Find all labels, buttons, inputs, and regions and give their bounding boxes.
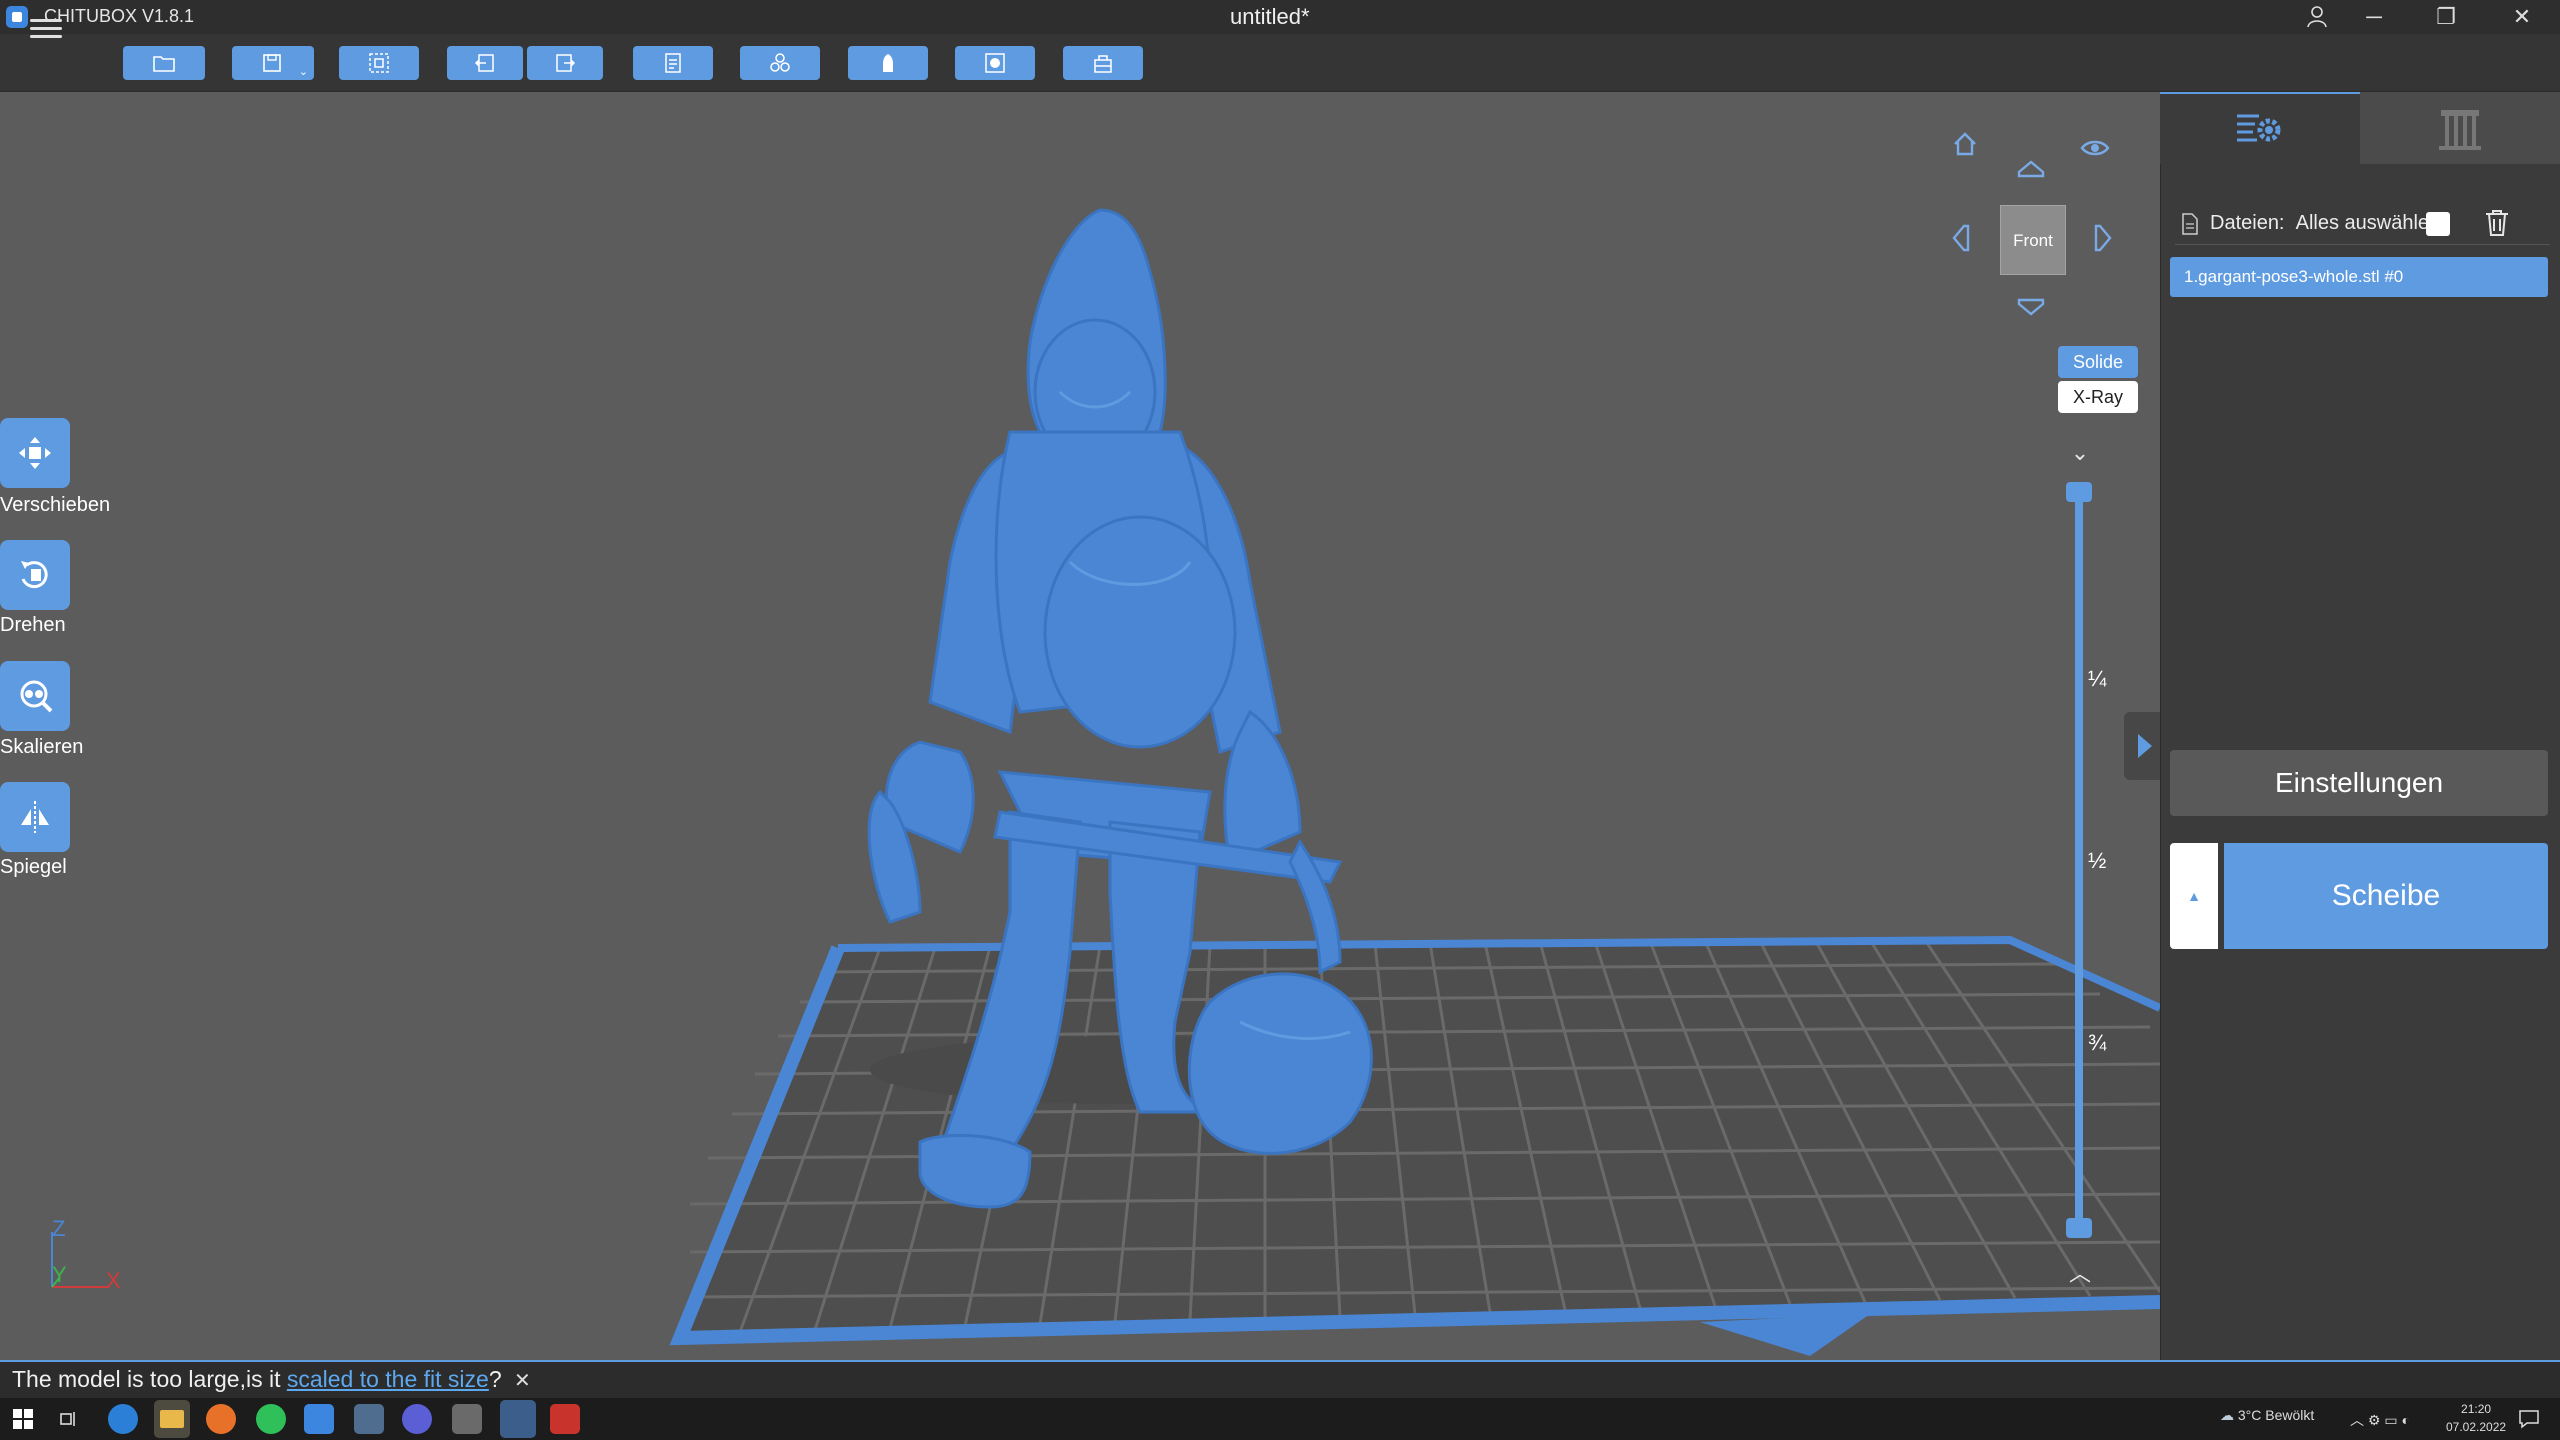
notification-icon[interactable] (2518, 1408, 2542, 1432)
cloud-icon: ☁ (2220, 1407, 2234, 1423)
calculator-icon[interactable] (354, 1404, 384, 1434)
home-view-icon[interactable] (1948, 130, 1982, 164)
file-list-item[interactable]: 1.gargant-pose3-whole.stl #0 (2170, 257, 2548, 297)
axis-x-label: X (106, 1268, 121, 1293)
document-title: untitled* (1230, 4, 1310, 29)
windows-start-icon[interactable] (12, 1408, 36, 1432)
layer-down-chevron-icon[interactable]: ⌄ (2066, 440, 2094, 465)
slider-tick-three-quarters: ¾ (2088, 1030, 2107, 1055)
print-settings-button[interactable] (633, 46, 713, 80)
slider-tick-quarter: ¼ (2088, 666, 2107, 691)
view-right-arrow-icon[interactable] (2086, 222, 2120, 256)
3d-viewport[interactable] (0, 92, 2160, 1360)
supports-icon (2439, 110, 2481, 150)
layer-up-chevron-icon[interactable]: ︿ (2066, 1256, 2094, 1286)
file-explorer-icon[interactable] (154, 1400, 190, 1438)
chevron-down-icon: ⌄ (298, 66, 308, 78)
open-file-button[interactable] (123, 46, 205, 80)
edge-browser-icon[interactable] (108, 1404, 138, 1434)
chitubox-active-taskbar-icon[interactable] (500, 1400, 536, 1438)
trash-icon[interactable] (2484, 208, 2510, 243)
triangle-right-icon (2138, 734, 2152, 758)
redo-icon (556, 54, 576, 72)
base-button[interactable] (1063, 46, 1143, 80)
arrange-button[interactable] (740, 46, 820, 80)
mirror-tool-button[interactable] (0, 782, 70, 852)
files-label: Dateien: Alles auswählen (2210, 212, 2441, 234)
settings-button[interactable]: Einstellungen (2170, 750, 2548, 816)
layout-icon (369, 53, 389, 73)
undo-icon (474, 54, 494, 72)
rotate-tool-button[interactable] (0, 540, 70, 610)
view-top-arrow-icon[interactable] (2014, 154, 2048, 188)
folder-icon (153, 56, 175, 72)
move-tool-label: Verschieben (0, 494, 111, 516)
maximize-button[interactable]: ❐ (2411, 0, 2481, 34)
base-icon (1094, 55, 1112, 73)
arrange-icon (770, 53, 790, 72)
dig-hole-button[interactable] (955, 46, 1035, 80)
layer-slider-bottom-handle[interactable] (2066, 1218, 2092, 1238)
minimize-button[interactable]: ─ (2339, 0, 2409, 34)
view-cube[interactable]: Front (2000, 205, 2066, 275)
redo-button[interactable] (527, 46, 603, 80)
weather-tray[interactable]: ☁ 3°C Bewölkt (2220, 1407, 2314, 1424)
discord-icon[interactable] (402, 1404, 432, 1434)
move-icon (19, 437, 51, 469)
system-tray-icons[interactable]: ︿ ⚙ ▭ ◐ (2350, 1410, 2410, 1430)
slice-button[interactable]: Scheibe (2224, 843, 2548, 949)
scale-tool-label: Skalieren (0, 736, 84, 758)
document-icon (665, 53, 681, 73)
windows-taskbar (0, 1398, 2560, 1440)
tab-model-settings[interactable] (2160, 92, 2360, 164)
taskbar-clock[interactable]: 21:20 07.02.2022 (2446, 1400, 2506, 1436)
view-bottom-arrow-icon[interactable] (2014, 292, 2048, 326)
slice-options-toggle[interactable]: ▲ (2170, 843, 2218, 949)
firefox-icon[interactable] (206, 1404, 236, 1434)
save-button[interactable]: ⌄ (232, 46, 314, 80)
tab-supports[interactable] (2360, 92, 2560, 164)
printer-app-icon[interactable] (452, 1404, 482, 1434)
eye-icon[interactable] (2078, 132, 2112, 166)
panel-collapse-toggle[interactable] (2124, 712, 2160, 780)
solid-mode-button[interactable]: Solide (2058, 346, 2138, 378)
whatsapp-icon[interactable] (256, 1404, 286, 1434)
view-left-arrow-icon[interactable] (1944, 222, 1978, 256)
model-too-large-message: The model is too large,is it scaled to t… (12, 1366, 531, 1392)
rotate-icon (21, 561, 48, 589)
mirror-icon (21, 801, 49, 833)
close-button[interactable]: ✕ (2487, 0, 2557, 34)
save-icon (263, 54, 281, 72)
hole-icon (985, 53, 1005, 73)
pdf-reader-icon[interactable] (550, 1404, 580, 1434)
file-icon (2180, 212, 2200, 241)
rotate-tool-label: Drehen (0, 614, 66, 636)
scale-icon (20, 680, 53, 713)
select-all-label: Alles auswählen (2295, 212, 2441, 234)
settings-list-icon (2237, 114, 2281, 142)
select-all-checkbox[interactable] (2426, 212, 2450, 236)
hamburger-menu-icon[interactable] (28, 14, 64, 44)
hollow-button[interactable] (848, 46, 928, 80)
move-tool-button[interactable] (0, 418, 70, 488)
undo-button[interactable] (447, 46, 523, 80)
slider-tick-half: ½ (2088, 848, 2107, 873)
axis-z-label: Z (52, 1216, 66, 1241)
xray-mode-button[interactable]: X-Ray (2058, 381, 2138, 413)
hollow-icon (883, 54, 893, 72)
auto-layout-button[interactable] (339, 46, 419, 80)
task-view-icon[interactable] (58, 1408, 82, 1432)
chitubox-logo-icon (6, 6, 28, 28)
axis-y-label: Y (52, 1262, 67, 1287)
scale-to-fit-link[interactable]: scaled to the fit size (287, 1366, 489, 1392)
layer-slider-top-handle[interactable] (2066, 482, 2092, 502)
scale-tool-button[interactable] (0, 661, 70, 731)
layer-slider-track[interactable] (2075, 486, 2083, 1230)
dismiss-message-icon[interactable]: ✕ (514, 1370, 531, 1392)
app-name: CHITUBOX V1.8.1 (44, 6, 195, 26)
chitubox-taskbar-icon[interactable] (304, 1404, 334, 1434)
mirror-tool-label: Spiegel (0, 856, 67, 878)
